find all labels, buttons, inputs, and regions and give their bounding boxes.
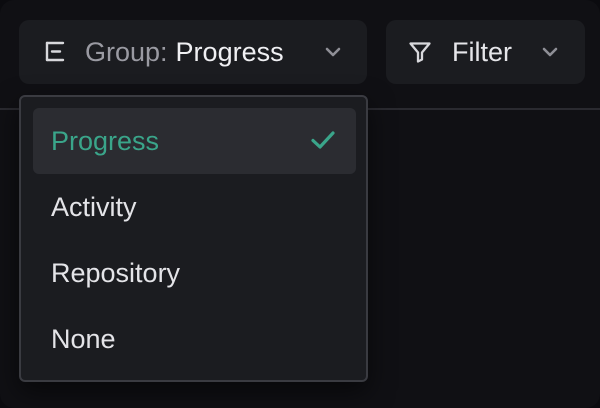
menu-item-repository[interactable]: Repository: [33, 240, 356, 306]
menu-item-label: Repository: [51, 257, 181, 288]
group-by-dropdown-menu: Progress Activity Repository None: [19, 95, 368, 382]
app-window: Group: Progress Filter Progress Activity…: [0, 0, 600, 408]
menu-item-none[interactable]: None: [33, 306, 356, 372]
menu-item-label: None: [51, 323, 116, 354]
chevron-down-icon: [540, 42, 560, 62]
group-by-icon: [43, 39, 69, 65]
chevron-down-icon: [323, 42, 343, 62]
group-by-button[interactable]: Group: Progress: [19, 20, 367, 84]
menu-item-progress[interactable]: Progress: [33, 108, 356, 174]
group-by-value: Progress: [175, 36, 284, 67]
menu-item-activity[interactable]: Activity: [33, 174, 356, 240]
check-icon: [310, 129, 336, 151]
filter-label: Filter: [452, 36, 512, 67]
group-by-prefix: Group:: [85, 36, 168, 67]
menu-item-label: Progress: [51, 125, 160, 156]
filter-button[interactable]: Filter: [386, 20, 585, 84]
filter-funnel-icon: [408, 40, 432, 64]
menu-item-label: Activity: [51, 191, 137, 222]
